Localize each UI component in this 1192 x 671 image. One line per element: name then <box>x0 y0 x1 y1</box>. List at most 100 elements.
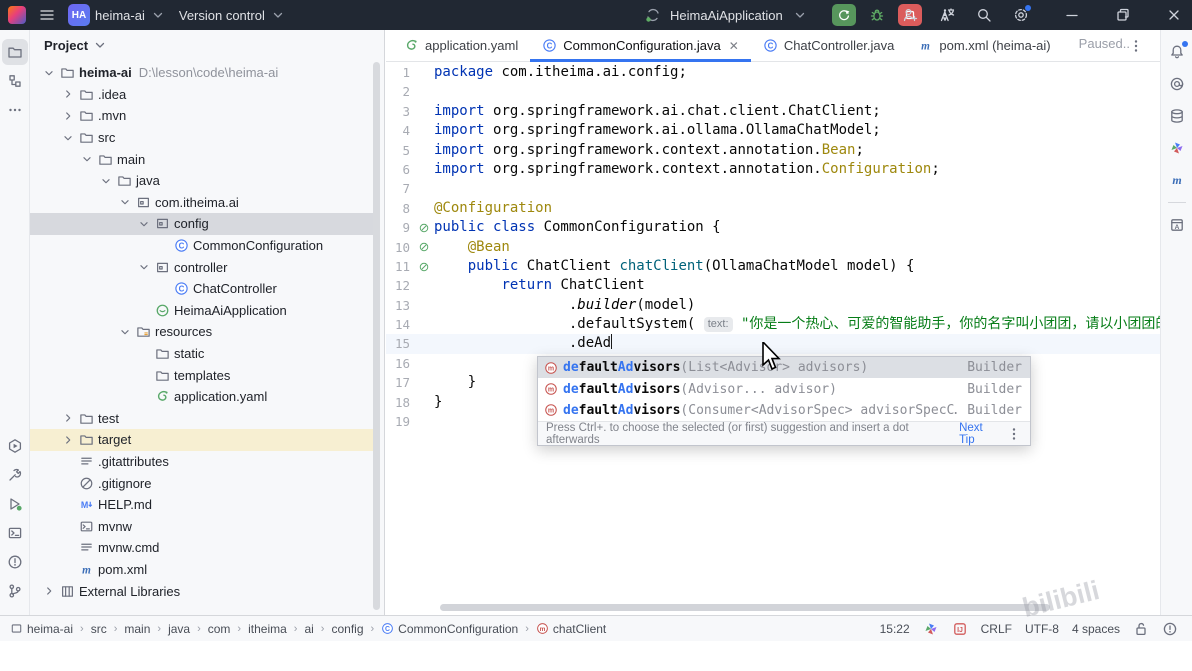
tree-item-main[interactable]: main <box>30 148 374 170</box>
tree-item-help-md[interactable]: M HELP.md <box>30 494 374 516</box>
tree-item--gitattributes[interactable]: .gitattributes <box>30 451 374 473</box>
build-tool-icon[interactable] <box>2 462 28 488</box>
breadcrumb-src[interactable]: src <box>91 622 107 636</box>
terminal-tool-icon[interactable] <box>2 520 28 546</box>
background-tasks-icon[interactable] <box>1162 621 1178 637</box>
debug-button[interactable] <box>869 7 885 23</box>
run-tool-icon[interactable] <box>2 491 28 517</box>
chevron-down-icon[interactable] <box>92 37 108 53</box>
panel-title[interactable]: Project <box>44 38 88 53</box>
spring-bean-gutter-icon[interactable] <box>414 218 434 237</box>
breadcrumb-com[interactable]: com <box>208 622 231 636</box>
tree-item-application-yaml[interactable]: application.yaml <box>30 386 374 408</box>
project-tool-icon[interactable] <box>1 39 28 65</box>
encoding-widget[interactable]: UTF-8 <box>1025 622 1059 636</box>
tree-item-mvnw[interactable]: mvnw <box>30 515 374 537</box>
close-tab-icon[interactable]: ✕ <box>729 39 739 53</box>
structure-tool-icon[interactable] <box>2 68 28 94</box>
chevron-right-icon[interactable] <box>59 87 76 101</box>
code-line-5[interactable]: 5 import org.springframework.context.anno… <box>386 141 1160 160</box>
code-line-7[interactable]: 7 <box>386 179 1160 198</box>
tab-pom-xml-heima-ai-[interactable]: m pom.xml (heima-ai) <box>906 30 1062 61</box>
chevron-right-icon[interactable] <box>59 411 76 425</box>
tab-application-yaml[interactable]: application.yaml <box>392 30 530 61</box>
code-line-15[interactable]: 15 .deAd <box>386 334 1160 354</box>
code-line-12[interactable]: 12 return ChatClient <box>386 276 1160 295</box>
tree-item--gitignore[interactable]: .gitignore <box>30 472 374 494</box>
tree-item-resources[interactable]: resources <box>30 321 374 343</box>
close-button[interactable] <box>1166 7 1182 23</box>
breadcrumb-main[interactable]: main <box>124 622 150 636</box>
chevron-down-icon[interactable] <box>97 174 114 188</box>
git-tool-icon[interactable] <box>2 578 28 604</box>
ai-assistant-icon[interactable] <box>1164 71 1190 97</box>
code-line-1[interactable]: 1 package com.itheima.ai.config; <box>386 63 1160 82</box>
indent-widget[interactable]: 4 spaces <box>1072 622 1120 636</box>
run-configuration[interactable]: HeimaAiApplication <box>670 8 783 23</box>
completion-item-1[interactable]: m defaultAdvisors(Advisor... advisor) Buil… <box>538 378 1030 399</box>
completion-item-0[interactable]: m defaultAdvisors(List<Advisor> advisors)… <box>538 357 1030 379</box>
line-ending-widget[interactable]: CRLF <box>981 622 1012 636</box>
code-line-3[interactable]: 3 import org.springframework.ai.chat.clie… <box>386 102 1160 121</box>
chevron-down-icon[interactable] <box>792 7 808 23</box>
code-line-6[interactable]: 6 import org.springframework.context.anno… <box>386 160 1160 179</box>
code-line-13[interactable]: 13 .builder(model) <box>386 296 1160 315</box>
tree-item-controller[interactable]: controller <box>30 256 374 278</box>
breadcrumb-ai[interactable]: ai <box>304 622 313 636</box>
tree-item-heima-ai[interactable]: heima-ai D:\lesson\code\heima-ai <box>30 62 374 84</box>
spring-bean-gutter-icon[interactable] <box>414 257 434 276</box>
tree-item-mvnw-cmd[interactable]: mvnw.cmd <box>30 537 374 559</box>
chevron-down-icon[interactable] <box>78 152 95 166</box>
breadcrumb-heima-ai[interactable]: heima-ai <box>10 622 73 636</box>
chevron-right-icon[interactable] <box>40 584 57 598</box>
problems-tool-icon[interactable] <box>2 549 28 575</box>
tree-item-chatcontroller[interactable]: C ChatController <box>30 278 374 300</box>
notifications-bell-icon[interactable] <box>1164 39 1190 65</box>
vcs-widget[interactable]: Version control <box>179 7 286 23</box>
plugin-pinwheel-icon[interactable] <box>1164 135 1190 161</box>
code-editor[interactable]: 1 package com.itheima.ai.config; 2 3 import … <box>386 63 1160 615</box>
tree-item-templates[interactable]: templates <box>30 364 374 386</box>
maven-tool-icon[interactable]: m <box>1164 167 1190 193</box>
tab-chatcontroller-java[interactable]: C ChatController.java <box>751 30 907 61</box>
chevron-down-icon[interactable] <box>116 325 133 339</box>
tree-item-commonconfiguration[interactable]: C CommonConfiguration <box>30 235 374 257</box>
tree-item-src[interactable]: src <box>30 127 374 149</box>
breadcrumb-chatclient[interactable]: m chatClient <box>536 622 606 636</box>
breadcrumb-config[interactable]: config <box>331 622 363 636</box>
chevron-right-icon[interactable] <box>59 109 76 123</box>
code-line-2[interactable]: 2 <box>386 82 1160 101</box>
tree-item-pom-xml[interactable]: m pom.xml <box>30 559 374 581</box>
search-everywhere-icon[interactable] <box>976 7 992 23</box>
tree-item-external-libraries[interactable]: External Libraries <box>30 580 374 602</box>
translation-tool-icon[interactable]: A <box>1164 212 1190 238</box>
tree-item-target[interactable]: target <box>30 429 374 451</box>
tree-item-com-itheima-ai[interactable]: com.itheima.ai <box>30 192 374 214</box>
next-tip-link[interactable]: Next Tip <box>959 422 1000 446</box>
popup-menu-icon[interactable] <box>1006 426 1022 442</box>
code-line-8[interactable]: 8 @Configuration <box>386 199 1160 218</box>
editor-horizontal-scrollbar[interactable] <box>440 604 1050 611</box>
code-line-10[interactable]: 10 @Bean <box>386 238 1160 257</box>
inspections-status[interactable]: Paused.. <box>1079 36 1130 51</box>
more-tools-icon[interactable] <box>2 97 28 123</box>
main-menu-icon[interactable] <box>39 7 55 23</box>
tree-item-config[interactable]: config <box>30 213 374 235</box>
breadcrumb-itheima[interactable]: itheima <box>248 622 287 636</box>
database-tool-icon[interactable] <box>1164 103 1190 129</box>
translate-icon[interactable] <box>939 7 955 23</box>
code-line-11[interactable]: 11 public ChatClient chatClient(OllamaCh… <box>386 257 1160 276</box>
restore-button[interactable] <box>1115 7 1131 23</box>
chevron-right-icon[interactable] <box>59 433 76 447</box>
code-with-me-icon[interactable] <box>902 7 918 23</box>
code-line-4[interactable]: 4 import org.springframework.ai.ollama.Ol… <box>386 121 1160 140</box>
tree-item-java[interactable]: java <box>30 170 374 192</box>
services-tool-icon[interactable] <box>2 433 28 459</box>
chevron-down-icon[interactable] <box>59 131 76 145</box>
completion-item-2[interactable]: m defaultAdvisors(Consumer<AdvisorSpec> a… <box>538 400 1030 421</box>
project-scrollbar[interactable] <box>373 62 380 610</box>
breadcrumb-java[interactable]: java <box>168 622 190 636</box>
readonly-lock-icon[interactable] <box>1133 621 1149 637</box>
minimize-button[interactable] <box>1064 7 1080 23</box>
chevron-down-icon[interactable] <box>40 66 57 80</box>
